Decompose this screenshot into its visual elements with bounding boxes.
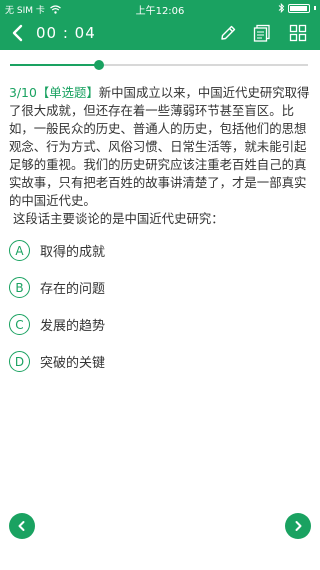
option-label: 存在的问题 <box>40 282 106 297</box>
header: 无 SIM 卡 上午12:06 00 : 04 <box>0 0 320 50</box>
option-letter: A <box>9 240 30 261</box>
progress-fill <box>10 64 100 66</box>
question-type: 【单选题】 <box>36 85 99 100</box>
chevron-left-icon <box>18 521 25 531</box>
battery-icon <box>288 3 310 13</box>
option-label: 突破的关键 <box>40 356 106 371</box>
clock: 上午12:06 <box>135 6 185 17</box>
option-label: 发展的趋势 <box>40 319 106 334</box>
question-prompt: 这段话主要谈论的是中国近代史研究： <box>13 211 224 226</box>
progress-knob <box>94 60 105 70</box>
toolbar: 00 : 04 <box>0 17 320 49</box>
option-letter: D <box>9 351 30 372</box>
option-d[interactable]: D 突破的关键 <box>9 343 309 380</box>
option-b[interactable]: B 存在的问题 <box>9 269 309 306</box>
next-question-button[interactable] <box>285 513 311 539</box>
bluetooth-icon <box>278 3 285 13</box>
chevron-right-icon <box>295 521 302 531</box>
question-index: 3/10 <box>9 85 37 100</box>
timer: 00 : 04 <box>36 24 96 42</box>
option-letter: C <box>9 314 30 335</box>
progress-bar <box>10 60 308 70</box>
back-arrow-icon[interactable] <box>8 23 28 43</box>
answer-card-icon[interactable] <box>252 23 272 43</box>
question-stem: 3/10【单选题】新中国成立以来，中国近代史研究取得了很大成就，但还存在着一些薄… <box>9 84 313 228</box>
battery-tip <box>314 6 316 10</box>
option-a[interactable]: A 取得的成就 <box>9 232 309 269</box>
option-label: 取得的成就 <box>40 245 106 260</box>
status-icons <box>278 3 316 13</box>
options-list: A 取得的成就 B 存在的问题 C 发展的趋势 D 突破的关键 <box>9 232 309 380</box>
pencil-icon[interactable] <box>218 23 238 43</box>
question-text: 新中国成立以来，中国近代史研究取得了很大成就，但还存在着一些薄弱环节甚至盲区。比… <box>9 85 310 208</box>
previous-question-button[interactable] <box>9 513 35 539</box>
option-c[interactable]: C 发展的趋势 <box>9 306 309 343</box>
status-bar: 无 SIM 卡 上午12:06 <box>0 0 320 17</box>
option-letter: B <box>9 277 30 298</box>
battery-level <box>290 5 307 11</box>
grid-icon[interactable] <box>288 23 308 43</box>
